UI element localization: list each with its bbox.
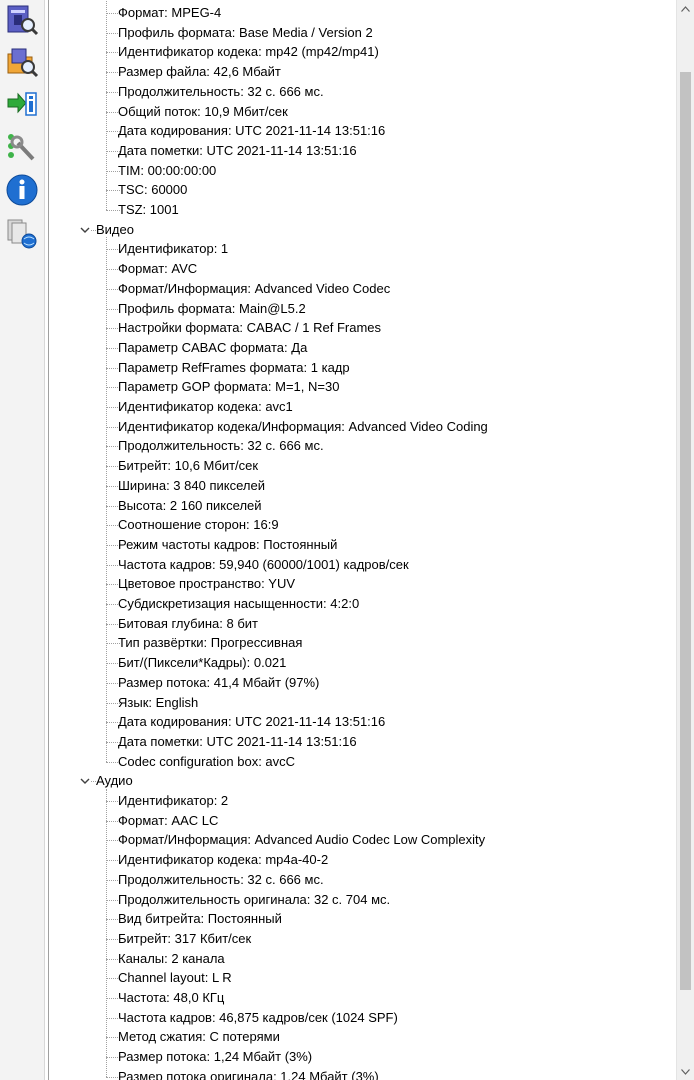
- tree-item[interactable]: Дата кодирования: UTC 2021-11-14 13:51:1…: [118, 712, 385, 732]
- tree-item[interactable]: Тип развёртки: Прогрессивная: [118, 633, 302, 653]
- tree-item[interactable]: Метод сжатия: С потерями: [118, 1027, 280, 1047]
- tree-item[interactable]: Высота: 2 160 пикселей: [118, 496, 262, 516]
- knowledge-base-icon: [7, 219, 37, 249]
- tree-item[interactable]: Codec configuration box: avcC: [118, 752, 295, 772]
- about-icon: [6, 174, 38, 206]
- tree-item[interactable]: Общий поток: 10,9 Мбит/сек: [118, 102, 288, 122]
- tree-item[interactable]: Формат: AVC: [118, 259, 197, 279]
- open-file-button[interactable]: [4, 2, 40, 38]
- tree-item[interactable]: TSC: 60000: [118, 180, 187, 200]
- knowledge-base-button[interactable]: [4, 216, 40, 252]
- expand-chevron-icon[interactable]: [79, 224, 91, 236]
- tree-item[interactable]: TSZ: 1001: [118, 200, 179, 220]
- tree-item[interactable]: Настройки формата: CABAC / 1 Ref Frames: [118, 318, 381, 338]
- tree-item[interactable]: Идентификатор кодека: mp42 (mp42/mp41): [118, 42, 379, 62]
- tree-item[interactable]: Идентификатор: 1: [118, 239, 228, 259]
- tree-item[interactable]: Формат: AAC LC: [118, 811, 218, 831]
- tree-item[interactable]: Параметр CABAC формата: Да: [118, 338, 307, 358]
- section-audio[interactable]: Аудио: [96, 771, 133, 791]
- open-folder-button[interactable]: [4, 44, 40, 80]
- tree-item[interactable]: Параметр RefFrames формата: 1 кадр: [118, 358, 350, 378]
- tree-item[interactable]: Частота кадров: 46,875 кадров/сек (1024 …: [118, 1008, 398, 1028]
- tree-item[interactable]: Идентификатор кодека/Информация: Advance…: [118, 417, 488, 437]
- tree-item[interactable]: Частота: 48,0 КГц: [118, 988, 224, 1008]
- tree-item[interactable]: Режим частоты кадров: Постоянный: [118, 535, 337, 555]
- export-button[interactable]: [4, 86, 40, 122]
- tree-item[interactable]: Язык: English: [118, 693, 198, 713]
- tree-item[interactable]: Профиль формата: Base Media / Version 2: [118, 23, 373, 43]
- info-tree-view[interactable]: Формат: MPEG-4 Профиль формата: Base Medi…: [48, 0, 694, 1080]
- export-icon: [7, 92, 37, 116]
- tree-item[interactable]: Каналы: 2 канала: [118, 949, 225, 969]
- preferences-icon: [8, 134, 35, 161]
- open-folder-icon: [7, 48, 39, 78]
- tree-item[interactable]: Размер потока: 1,24 Мбайт (3%): [118, 1047, 312, 1067]
- tree-item[interactable]: Размер потока: 41,4 Мбайт (97%): [118, 673, 319, 693]
- tree-item[interactable]: Вид битрейта: Постоянный: [118, 909, 282, 929]
- tree-item[interactable]: Продолжительность: 32 с. 666 мс.: [118, 82, 324, 102]
- tree-branch-line: [106, 237, 107, 762]
- preferences-button[interactable]: [4, 130, 40, 166]
- tree-item[interactable]: Дата кодирования: UTC 2021-11-14 13:51:1…: [118, 121, 385, 141]
- tree-item[interactable]: Субдискретизация насыщенности: 4:2:0: [118, 594, 359, 614]
- scroll-up-arrow[interactable]: [677, 0, 694, 17]
- tree-item[interactable]: Параметр GOP формата: M=1, N=30: [118, 377, 339, 397]
- tree-item[interactable]: Ширина: 3 840 пикселей: [118, 476, 265, 496]
- open-file-icon: [7, 5, 39, 36]
- left-toolbar: [0, 0, 45, 1080]
- about-button[interactable]: [4, 172, 40, 208]
- tree-item[interactable]: Цветовое пространство: YUV: [118, 574, 295, 594]
- tree-item[interactable]: Продолжительность оригинала: 32 с. 704 м…: [118, 890, 390, 910]
- tree-item[interactable]: TIM: 00:00:00:00: [118, 161, 216, 181]
- tree-item[interactable]: Формат/Информация: Advanced Audio Codec …: [118, 830, 485, 850]
- tree-item[interactable]: Дата пометки: UTC 2021-11-14 13:51:16: [118, 732, 357, 752]
- vertical-scrollbar[interactable]: [676, 0, 694, 1080]
- tree-item[interactable]: Битовая глубина: 8 бит: [118, 614, 258, 634]
- tree-item[interactable]: Идентификатор кодека: mp4a-40-2: [118, 850, 328, 870]
- tree-item[interactable]: Профиль формата: Main@L5.2: [118, 299, 306, 319]
- tree-branch-line: [106, 789, 107, 1077]
- tree-item[interactable]: Битрейт: 10,6 Мбит/сек: [118, 456, 258, 476]
- tree-item[interactable]: Размер файла: 42,6 Мбайт: [118, 62, 281, 82]
- expand-chevron-icon[interactable]: [79, 775, 91, 787]
- scroll-thumb[interactable]: [680, 72, 691, 990]
- tree-item[interactable]: Channel layout: L R: [118, 968, 232, 988]
- tree-item[interactable]: Продолжительность: 32 с. 666 мс.: [118, 870, 324, 890]
- info-tree: Формат: MPEG-4 Профиль формата: Base Medi…: [49, 0, 673, 1080]
- tree-item[interactable]: Соотношение сторон: 16:9: [118, 515, 279, 535]
- tree-item[interactable]: Дата пометки: UTC 2021-11-14 13:51:16: [118, 141, 357, 161]
- tree-item[interactable]: Продолжительность: 32 с. 666 мс.: [118, 436, 324, 456]
- tree-item[interactable]: Формат/Информация: Advanced Video Codec: [118, 279, 390, 299]
- tree-item[interactable]: Идентификатор кодека: avc1: [118, 397, 293, 417]
- tree-branch-line: [106, 1, 107, 210]
- tree-item[interactable]: Размер потока оригинала: 1,24 Мбайт (3%): [118, 1067, 379, 1080]
- tree-item[interactable]: Бит/(Пиксели*Кадры): 0.021: [118, 653, 286, 673]
- scroll-down-arrow[interactable]: [677, 1063, 694, 1080]
- tree-item[interactable]: Битрейт: 317 Кбит/сек: [118, 929, 251, 949]
- tree-item[interactable]: Формат: MPEG-4: [118, 3, 221, 23]
- tree-item[interactable]: Идентификатор: 2: [118, 791, 228, 811]
- section-video[interactable]: Видео: [96, 220, 134, 240]
- tree-item[interactable]: Частота кадров: 59,940 (60000/1001) кадр…: [118, 555, 409, 575]
